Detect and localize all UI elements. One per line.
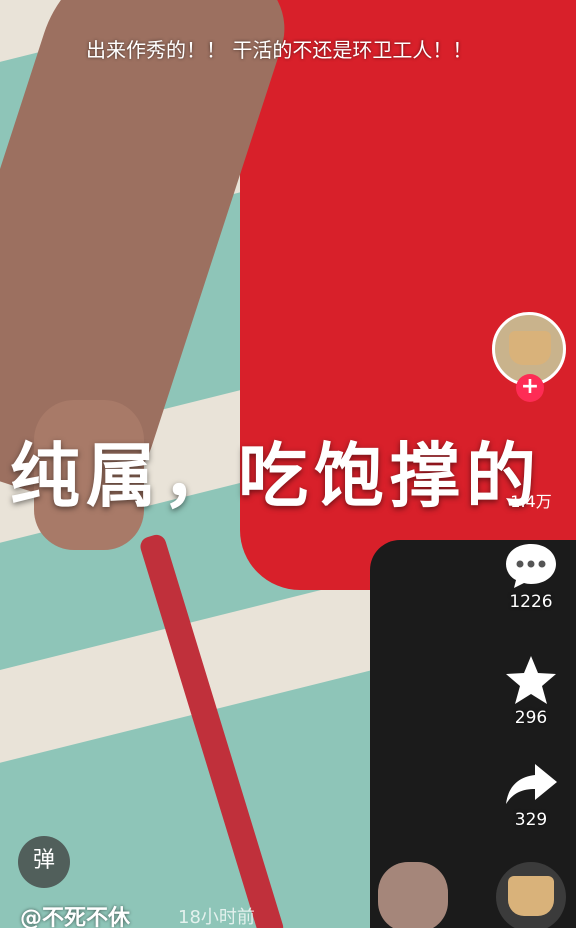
person-foot xyxy=(378,862,448,928)
like-count: 1.4万 xyxy=(510,492,552,511)
favorite-button[interactable]: 296 xyxy=(496,654,566,728)
post-time: 18小时前 xyxy=(178,907,255,928)
comment-button[interactable]: 1226 xyxy=(496,540,566,612)
comment-count: 1226 xyxy=(509,592,553,612)
star-icon xyxy=(506,656,556,704)
avatar-image xyxy=(509,331,551,365)
favorite-count: 296 xyxy=(514,708,548,728)
share-count: 329 xyxy=(514,810,548,830)
music-cover xyxy=(508,876,554,916)
danmu-toggle-button[interactable]: 弹 xyxy=(18,836,70,888)
video-caption: 纯属，吃饱撑的 xyxy=(10,435,542,517)
share-arrow-icon xyxy=(506,764,557,804)
video-player[interactable]: 出来作秀的！！ 干活的不还是环卫工人！！ 纯属，吃饱撑的 + 1.4万 1226… xyxy=(0,0,576,928)
follow-button[interactable]: + xyxy=(516,374,544,402)
comment-bubble-icon xyxy=(506,544,556,588)
top-comment-overlay: 出来作秀的！！ 干活的不还是环卫工人！！ xyxy=(86,38,473,62)
share-button[interactable]: 329 xyxy=(496,760,566,830)
author-name[interactable]: @不死不休 xyxy=(20,900,130,928)
broom-handle xyxy=(138,532,286,928)
music-disc[interactable] xyxy=(496,862,566,928)
